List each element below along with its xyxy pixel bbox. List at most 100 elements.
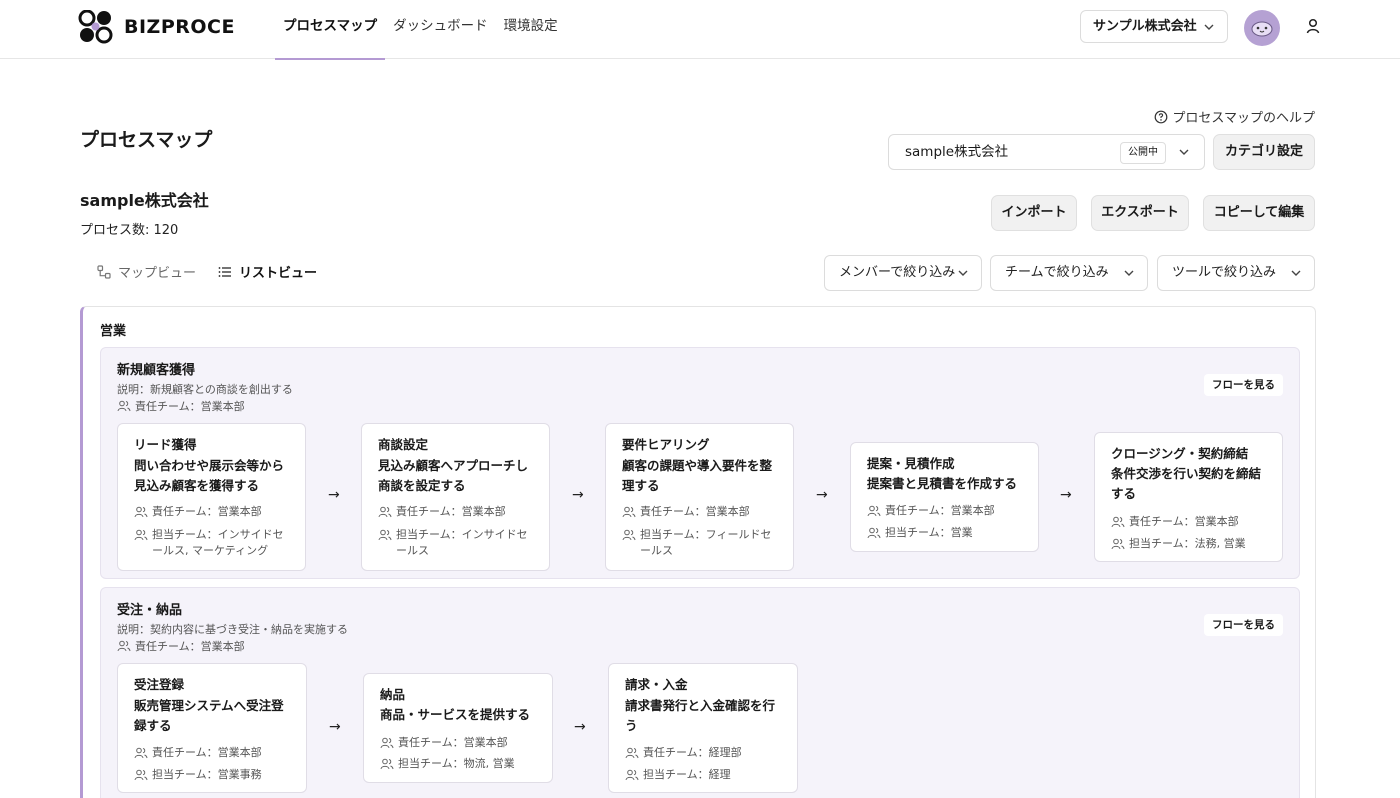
arrow-right-icon: →	[328, 487, 340, 503]
group-team-label: 責任チーム：営業本部	[135, 640, 245, 653]
help-link[interactable]: プロセスマップのヘルプ	[1154, 107, 1315, 126]
process-card[interactable]: クロージング・契約締結 条件交渉を行い契約を締結する 責任チーム：営業本部 担当…	[1094, 432, 1283, 562]
avatar-icon	[1251, 21, 1273, 37]
card-assignee-team: 担当チーム：法務, 営業	[1111, 536, 1271, 552]
view-flow-button[interactable]: フローを見る	[1204, 374, 1283, 396]
card-title: 納品	[380, 687, 406, 702]
view-flow-button[interactable]: フローを見る	[1204, 614, 1283, 636]
team-icon	[380, 758, 394, 770]
card-description: 販売管理システムへ受注登録する	[134, 698, 284, 733]
arrow-right-icon: →	[572, 487, 584, 503]
card-title: 提案・見積作成	[867, 456, 955, 471]
group-team-label: 責任チーム：営業本部	[135, 400, 245, 413]
process-card[interactable]: 要件ヒアリング 顧客の課題や導入要件を整理する 責任チーム：営業本部 担当チーム…	[605, 423, 794, 571]
card-owner-team: 責任チーム：営業本部	[1111, 514, 1271, 530]
card-assignee-label: 担当チーム：物流, 営業	[398, 757, 515, 770]
logo-icon	[78, 10, 113, 44]
team-filter[interactable]: チームで絞り込み	[990, 255, 1148, 291]
process-card[interactable]: 提案・見積作成 提案書と見積書を作成する 責任チーム：営業本部 担当チーム：営業	[850, 442, 1039, 552]
category-title: 営業	[100, 324, 127, 339]
card-owner-team: 責任チーム：営業本部	[380, 735, 540, 751]
card-title: 受注登録	[134, 677, 185, 692]
group-team: 責任チーム：営業本部	[117, 638, 245, 654]
map-view-icon	[97, 264, 111, 279]
team-icon	[117, 400, 131, 412]
category-settings-button[interactable]: カテゴリ設定	[1213, 134, 1315, 170]
card-owner-label: 責任チーム：営業本部	[1129, 515, 1239, 528]
copy-edit-button[interactable]: コピーして編集	[1203, 195, 1315, 231]
team-icon	[117, 640, 131, 652]
card-title: リード獲得	[134, 437, 197, 452]
team-icon	[134, 506, 148, 518]
avatar[interactable]	[1244, 10, 1280, 46]
chevron-down-icon	[958, 270, 968, 276]
card-owner-label: 責任チーム：経理部	[643, 746, 742, 759]
process-card[interactable]: 請求・入金 請求書発行と入金確認を行う 責任チーム：経理部 担当チーム：経理	[608, 663, 798, 793]
team-icon	[134, 529, 148, 541]
card-owner-label: 責任チーム：営業本部	[640, 505, 750, 518]
company-select-label: sample株式会社	[905, 144, 1009, 160]
org-name: sample株式会社	[80, 191, 209, 210]
card-assignee-team: 担当チーム：インサイドセールス	[378, 527, 538, 559]
brand-logo[interactable]: BIZPROCE	[78, 10, 235, 44]
card-owner-team: 責任チーム：営業本部	[622, 504, 782, 520]
card-assignee-label: 担当チーム：インサイドセールス	[396, 528, 528, 557]
process-group: 新規顧客獲得 説明：新規顧客との商談を創出する 責任チーム：営業本部 フローを見…	[100, 347, 1300, 579]
card-owner-label: 責任チーム：営業本部	[398, 736, 508, 749]
card-assignee-team: 担当チーム：物流, 営業	[380, 756, 540, 772]
card-assignee-team: 担当チーム：経理	[625, 767, 785, 783]
team-icon	[378, 506, 392, 518]
member-filter-label: メンバーで絞り込み	[839, 265, 956, 280]
chevron-down-icon	[1291, 270, 1301, 276]
card-owner-team: 責任チーム：営業本部	[134, 745, 294, 761]
chevron-down-icon	[1124, 270, 1134, 276]
card-title: 請求・入金	[625, 677, 688, 692]
company-select[interactable]: sample株式会社 公開中	[888, 134, 1205, 170]
user-icon[interactable]	[1304, 17, 1322, 35]
brand-name: BIZPROCE	[124, 16, 235, 38]
arrow-right-icon: →	[816, 487, 828, 503]
team-icon	[622, 506, 636, 518]
nav-settings[interactable]: 環境設定	[496, 0, 566, 59]
card-owner-label: 責任チーム：営業本部	[885, 504, 995, 517]
team-icon	[380, 737, 394, 749]
card-assignee-team: 担当チーム：営業	[867, 525, 1027, 541]
process-card[interactable]: 受注登録 販売管理システムへ受注登録する 責任チーム：営業本部 担当チーム：営業…	[117, 663, 307, 793]
team-icon	[867, 505, 881, 517]
card-assignee-label: 担当チーム：インサイドセールス, マーケティング	[152, 528, 284, 557]
card-assignee-team: 担当チーム：フィールドセールス	[622, 527, 782, 559]
card-assignee-label: 担当チーム：営業	[885, 526, 973, 539]
process-card[interactable]: 商談設定 見込み顧客へアプローチし商談を設定する 責任チーム：営業本部 担当チー…	[361, 423, 550, 571]
top-bar: BIZPROCE プロセスマップ ダッシュボード 環境設定 サンプル株式会社	[0, 0, 1400, 60]
tab-list-view[interactable]: リストビュー	[217, 262, 317, 281]
card-description: 商品・サービスを提供する	[380, 707, 531, 722]
chevron-down-icon	[1204, 24, 1214, 30]
team-icon	[378, 529, 392, 541]
team-icon	[1111, 538, 1125, 550]
tool-filter[interactable]: ツールで絞り込み	[1157, 255, 1315, 291]
card-description: 見込み顧客へアプローチし商談を設定する	[378, 458, 529, 493]
card-title: 商談設定	[378, 437, 429, 452]
card-assignee-label: 担当チーム：経理	[643, 768, 731, 781]
process-card[interactable]: 納品 商品・サービスを提供する 責任チーム：営業本部 担当チーム：物流, 営業	[363, 673, 553, 783]
team-filter-label: チームで絞り込み	[1005, 265, 1109, 280]
card-owner-team: 責任チーム：営業本部	[378, 504, 538, 520]
member-filter[interactable]: メンバーで絞り込み	[824, 255, 982, 291]
card-title: クロージング・契約締結	[1111, 446, 1249, 461]
tab-list-view-label: リストビュー	[239, 266, 318, 281]
card-owner-label: 責任チーム：営業本部	[396, 505, 506, 518]
tab-map-view[interactable]: マップビュー	[96, 262, 196, 281]
process-card[interactable]: リード獲得 問い合わせや展示会等から見込み顧客を獲得する 責任チーム：営業本部 …	[117, 423, 306, 571]
export-button[interactable]: エクスポート	[1091, 195, 1189, 231]
team-icon	[622, 529, 636, 541]
org-select[interactable]: サンプル株式会社	[1080, 10, 1228, 43]
card-description: 提案書と見積書を作成する	[867, 476, 1018, 491]
card-owner-team: 責任チーム：営業本部	[867, 503, 1027, 519]
nav-process-map[interactable]: プロセスマップ	[275, 0, 386, 60]
card-assignee-team: 担当チーム：インサイドセールス, マーケティング	[134, 527, 294, 559]
nav-dashboard[interactable]: ダッシュボード	[385, 0, 496, 59]
status-badge: 公開中	[1120, 142, 1166, 164]
group-description: 説明：新規顧客との商談を創出する	[117, 383, 293, 396]
import-button[interactable]: インポート	[991, 195, 1077, 231]
arrow-right-icon: →	[329, 719, 341, 735]
